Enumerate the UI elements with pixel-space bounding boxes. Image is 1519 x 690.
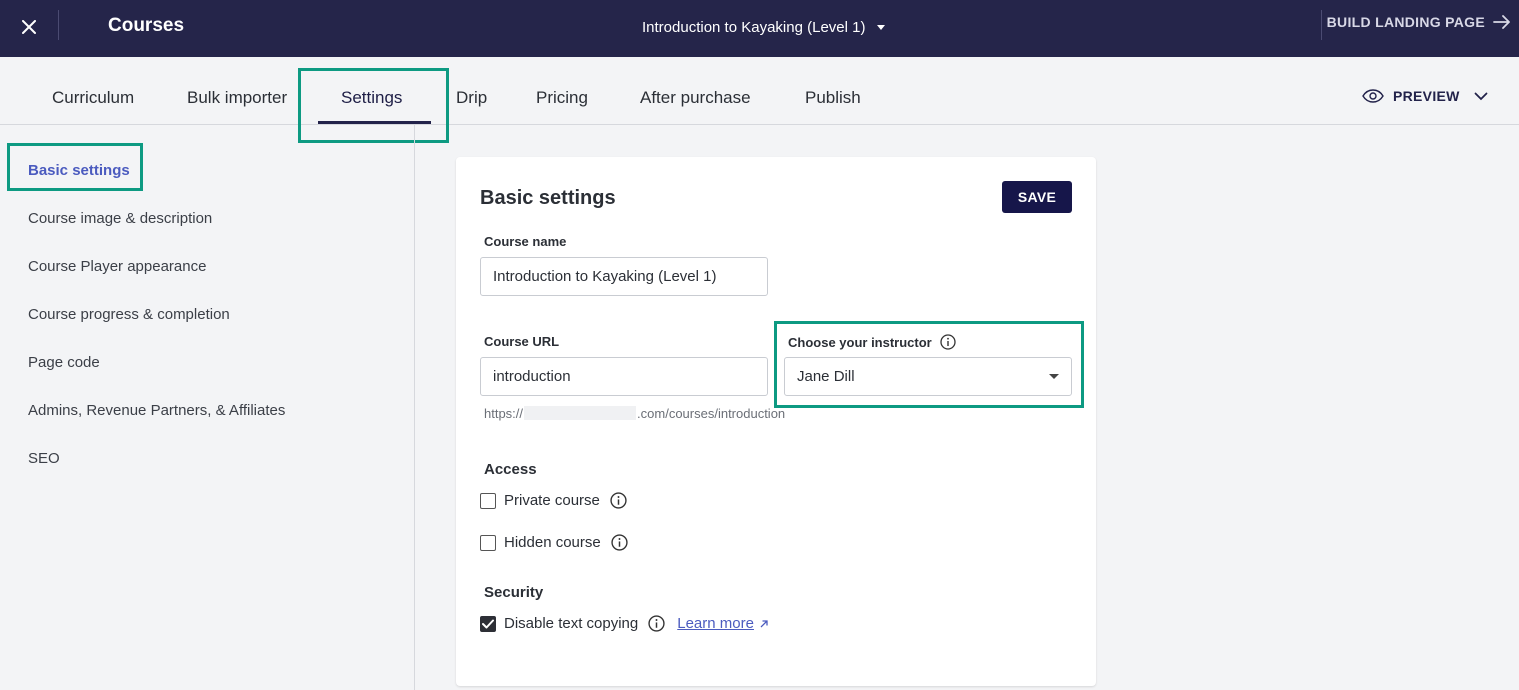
preview-button[interactable]: PREVIEW xyxy=(1362,88,1488,104)
topbar-divider xyxy=(1321,10,1322,40)
tab-curriculum[interactable]: Curriculum xyxy=(52,88,134,108)
private-course-label: Private course xyxy=(504,492,600,509)
card-title: Basic settings xyxy=(480,187,616,209)
tab-bulk-importer[interactable]: Bulk importer xyxy=(187,88,287,108)
sidebar-item-basic-settings[interactable]: Basic settings xyxy=(28,162,130,179)
access-heading: Access xyxy=(484,461,537,478)
tab-settings[interactable]: Settings xyxy=(341,88,402,108)
close-icon xyxy=(22,20,36,34)
disable-copy-label: Disable text copying xyxy=(504,615,639,632)
build-landing-page-button[interactable]: BUILD LANDING PAGE xyxy=(1327,14,1511,30)
tab-drip[interactable]: Drip xyxy=(456,88,487,108)
course-selector[interactable]: Introduction to Kayaking (Level 1) xyxy=(642,19,886,36)
url-suffix: .com/courses/introduction xyxy=(637,406,786,421)
tabs-bar: Curriculum Bulk importer Settings Drip P… xyxy=(0,57,1519,125)
hidden-course-row: Hidden course xyxy=(480,534,628,551)
close-button[interactable] xyxy=(14,12,44,42)
instructor-label-row: Choose your instructor xyxy=(788,334,956,350)
course-name-label: Course name xyxy=(484,234,567,249)
private-course-row: Private course xyxy=(480,492,627,509)
info-icon[interactable] xyxy=(648,615,665,632)
disable-copy-checkbox[interactable] xyxy=(480,615,496,632)
course-name-input[interactable] xyxy=(480,257,768,296)
eye-icon xyxy=(1362,89,1384,103)
course-url-label: Course URL xyxy=(484,334,560,349)
sidebar-item-admins[interactable]: Admins, Revenue Partners, & Affiliates xyxy=(28,402,285,419)
course-selector-label: Introduction to Kayaking (Level 1) xyxy=(642,19,866,36)
disable-copy-row: Disable text copying Learn more xyxy=(480,615,769,632)
app-title: Courses xyxy=(108,15,185,36)
arrow-right-icon xyxy=(1493,15,1510,29)
external-link-icon xyxy=(760,619,768,627)
instructor-label: Choose your instructor xyxy=(788,334,932,350)
info-icon[interactable] xyxy=(611,534,628,551)
hidden-course-checkbox[interactable] xyxy=(480,534,496,551)
hidden-course-label: Hidden course xyxy=(504,534,601,551)
info-icon[interactable] xyxy=(940,334,956,350)
learn-more-label: Learn more xyxy=(677,615,754,632)
sidebar-item-course-player[interactable]: Course Player appearance xyxy=(28,258,206,275)
caret-down-icon xyxy=(1049,374,1059,379)
save-button[interactable]: SAVE xyxy=(1002,181,1072,213)
topbar-divider xyxy=(58,10,59,40)
active-tab-indicator xyxy=(318,121,431,124)
course-url-hint: https:// .com/courses/introduction xyxy=(484,406,785,421)
settings-sidebar: Basic settings Course image & descriptio… xyxy=(0,125,415,690)
redacted-domain xyxy=(524,406,637,420)
url-prefix: https:// xyxy=(484,406,524,421)
sidebar-item-course-progress[interactable]: Course progress & completion xyxy=(28,306,230,323)
learn-more-link[interactable]: Learn more xyxy=(677,615,769,632)
top-bar: Courses Introduction to Kayaking (Level … xyxy=(0,0,1519,57)
instructor-select-value: Jane Dill xyxy=(797,368,855,385)
tab-pricing[interactable]: Pricing xyxy=(536,88,588,108)
chevron-down-icon xyxy=(877,25,886,30)
preview-label: PREVIEW xyxy=(1393,88,1460,104)
basic-settings-card: Basic settings SAVE Course name Course U… xyxy=(456,157,1096,686)
instructor-select[interactable]: Jane Dill xyxy=(784,357,1072,396)
build-landing-page-label: BUILD LANDING PAGE xyxy=(1326,14,1485,30)
private-course-checkbox[interactable] xyxy=(480,492,496,509)
sidebar-item-seo[interactable]: SEO xyxy=(28,450,60,467)
chevron-down-icon xyxy=(1474,92,1488,100)
sidebar-item-page-code[interactable]: Page code xyxy=(28,354,100,371)
sidebar-item-course-image[interactable]: Course image & description xyxy=(28,210,212,227)
checkmark-icon xyxy=(482,619,494,628)
course-url-input[interactable] xyxy=(480,357,768,396)
tab-after-purchase[interactable]: After purchase xyxy=(640,88,751,108)
security-heading: Security xyxy=(484,584,544,601)
tab-publish[interactable]: Publish xyxy=(805,88,861,108)
info-icon[interactable] xyxy=(610,492,627,509)
